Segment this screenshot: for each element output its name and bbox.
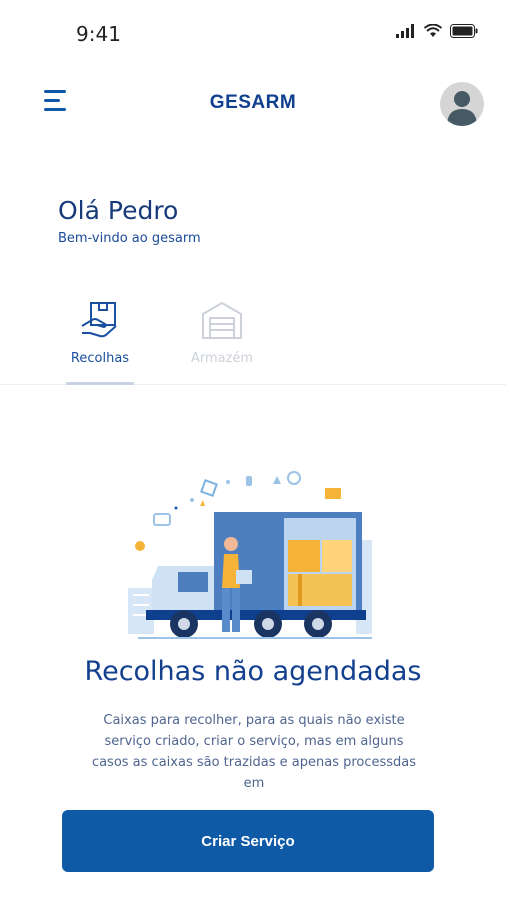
- status-time: 9:41: [76, 22, 121, 46]
- delivery-truck-illustration: [128, 471, 372, 639]
- greeting-title: Olá Pedro: [58, 196, 179, 225]
- signal-icon: [396, 24, 414, 38]
- active-tab-indicator: [66, 382, 134, 385]
- status-icons: [396, 24, 478, 38]
- wifi-icon: [424, 24, 442, 37]
- hand-box-icon: [81, 302, 117, 338]
- empty-state-description: Caixas para recolher, para as quais não …: [91, 713, 417, 791]
- user-icon: [447, 91, 477, 126]
- app-header: GESARM: [0, 72, 506, 136]
- app-title: GESARM: [209, 92, 297, 113]
- battery-icon: [450, 24, 478, 38]
- tab-recolhas[interactable]: Recolhas: [52, 296, 148, 386]
- empty-state-title: Recolhas não agendadas: [84, 656, 422, 687]
- warehouse-icon: [202, 302, 242, 339]
- tab-armazem[interactable]: Armazém: [174, 296, 270, 386]
- tab-label-armazem: Armazém: [190, 351, 254, 366]
- tab-label-recolhas: Recolhas: [70, 351, 130, 366]
- avatar[interactable]: [440, 82, 484, 126]
- create-service-button[interactable]: Criar Serviço: [62, 810, 434, 872]
- status-bar: 9:41: [0, 0, 506, 64]
- tab-bar: Recolhas Armazém: [0, 296, 506, 386]
- greeting-subtitle: Bem-vindo ao gesarm: [58, 231, 201, 246]
